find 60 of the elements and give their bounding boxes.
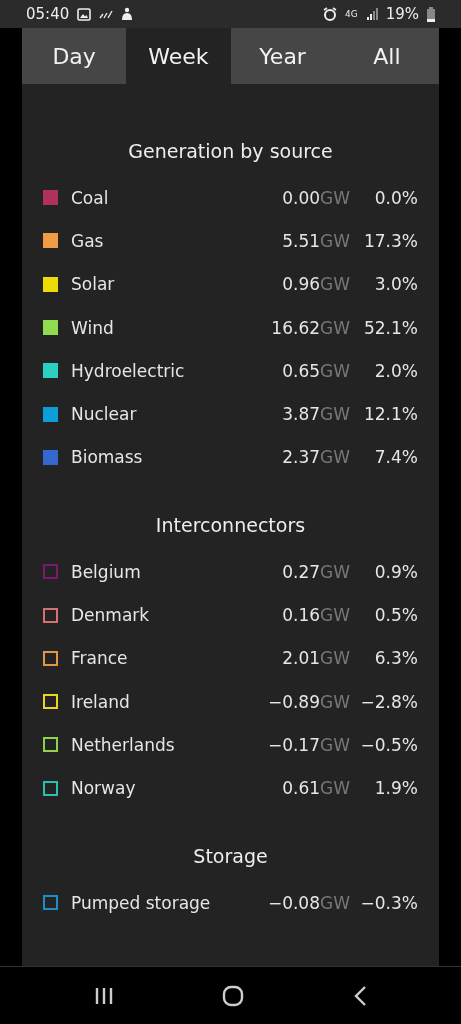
battery-percent: 19% [385,5,419,23]
source-name: Netherlands [71,734,176,755]
share-percent: 1.9% [373,778,418,799]
source-name: Coal [71,187,110,208]
power-value: −0.17GW [266,734,350,755]
period-tab[interactable]: All [334,28,439,84]
source-name: Biomass [71,447,144,468]
network-type: 4G [344,9,358,19]
power-value: 0.96GW [281,274,350,295]
share-percent: −0.3% [359,892,418,913]
share-percent: 2.0% [373,360,418,381]
power-value: −0.08GW [266,892,350,913]
share-percent: 0.9% [373,561,418,582]
signal-strokes-icon [99,9,114,19]
power-value: 2.01GW [281,648,350,669]
home-icon[interactable] [222,984,245,1007]
share-percent: 3.0% [373,274,418,295]
power-value: −0.89GW [266,691,350,712]
power-value: 16.62GW [270,317,350,338]
power-value: 0.00GW [281,187,350,208]
recent-apps-icon[interactable] [94,985,115,1006]
period-tab[interactable]: Day [22,28,127,84]
share-percent: 52.1% [363,317,418,338]
power-value: 0.27GW [281,561,350,582]
battery-icon [427,6,435,22]
power-value: 0.61GW [281,778,350,799]
share-percent: 17.3% [363,230,418,251]
share-percent: 6.3% [373,648,418,669]
source-name: Wind [71,317,115,338]
source-name: Nuclear [71,404,138,425]
back-icon[interactable] [352,984,367,1007]
source-name: Belgium [71,561,142,582]
status-time: 05:40 [26,5,70,23]
source-name: Denmark [71,605,151,625]
image-icon [77,7,92,21]
source-name: Solar [71,274,116,295]
alarm-icon [322,7,337,21]
share-percent: −2.8% [359,691,418,712]
share-percent: 0.5% [373,605,418,625]
source-name: Gas [71,230,105,251]
share-percent: 7.4% [373,447,418,468]
power-value: 0.16GW [281,605,350,625]
share-percent: −0.5% [359,734,418,755]
section-heading: Storage [193,844,268,867]
source-name: Pumped storage [71,892,212,913]
power-value: 2.37GW [281,447,350,468]
figure-icon [121,7,133,21]
share-percent: 12.1% [363,404,418,425]
period-tab[interactable]: Year [230,28,335,84]
source-name: Norway [71,778,137,799]
source-name: France [71,648,129,669]
power-value: 3.87GW [281,404,350,425]
signal-icon [365,8,378,20]
source-name: Hydroelectric [71,360,186,381]
power-value: 0.65GW [281,360,350,381]
section-heading: Interconnectors [155,514,306,537]
power-value: 5.51GW [281,230,350,251]
share-percent: 0.0% [373,187,418,208]
section-heading: Generation by source [128,140,333,162]
source-name: Ireland [71,691,131,712]
